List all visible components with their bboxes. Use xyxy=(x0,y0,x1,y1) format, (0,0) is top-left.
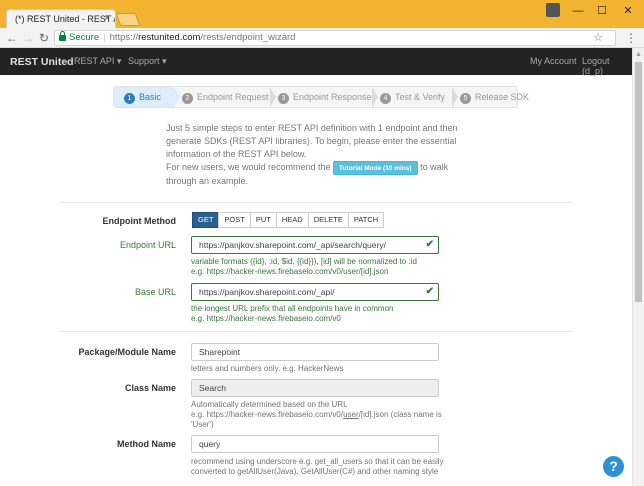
profile-icon[interactable] xyxy=(546,3,560,17)
browser-toolbar: ← → ↻ Secure | https://restunited.com/rest… xyxy=(0,28,644,48)
url-scheme: https:// xyxy=(109,32,139,43)
page-scrollbar[interactable]: ▲ xyxy=(632,48,644,486)
intro-recommend-text: For new users, we would recommend the xyxy=(166,162,331,172)
class-name-help-result: 'User') xyxy=(191,420,214,429)
help-chat-icon[interactable]: ? xyxy=(603,456,624,477)
step-arrow xyxy=(270,87,276,107)
endpoint-method-group: GET POST PUT HEAD DELETE PATCH xyxy=(192,212,385,228)
step-basic[interactable]: 1 Basic xyxy=(114,87,174,107)
method-name-help-line1: recommend using underscore e.g. get_all_… xyxy=(191,457,444,466)
bookmark-star-icon[interactable]: ☆ xyxy=(593,31,603,45)
step-label: Test & Verify xyxy=(395,92,446,102)
step-label: Basic xyxy=(139,92,162,102)
endpoint-url-input[interactable]: https://panjkov.sharepoint.com/_api/sear… xyxy=(191,236,439,254)
scroll-up-icon[interactable]: ▲ xyxy=(635,51,642,58)
base-url-help-example: e.g. https://hacker-news.firebaseio.com/… xyxy=(191,314,341,323)
wizard-steps: 1 Basic 2 Endpoint Request 3 Endpoint Respo… xyxy=(113,86,529,108)
class-name-help-underline: user xyxy=(343,410,359,419)
method-put-button[interactable]: PUT xyxy=(249,212,277,228)
forward-icon[interactable]: → xyxy=(20,30,36,46)
endpoint-url-value: https://panjkov.sharepoint.com/_api/sear… xyxy=(199,240,386,250)
nav-logout[interactable]: Logout (d_p) xyxy=(582,56,632,76)
method-head-button[interactable]: HEAD xyxy=(275,212,309,228)
method-name-input[interactable]: query xyxy=(191,435,439,453)
endpoint-url-label: Endpoint URL xyxy=(119,240,176,250)
method-get-button[interactable]: GET xyxy=(192,212,220,228)
class-name-help-desc: Automatically determined based on the UR… xyxy=(191,400,348,409)
step-endpoint-request[interactable]: 2 Endpoint Request xyxy=(182,87,269,107)
class-name-help: Automatically determined based on the UR… xyxy=(191,400,442,430)
check-icon: ✔ xyxy=(425,239,434,250)
url-path: /rests/endpoint_wizard xyxy=(200,32,296,43)
maximize-icon[interactable]: ☐ xyxy=(592,3,612,19)
check-icon: ✔ xyxy=(425,286,434,297)
endpoint-url-help: variable formats ({id}, :id, $id, {{id}}… xyxy=(191,257,417,277)
intro-text: Just 5 simple steps to enter REST API de… xyxy=(166,122,466,188)
method-name-value: query xyxy=(199,439,221,449)
reload-icon[interactable]: ↻ xyxy=(36,30,52,46)
intro-paragraph: Just 5 simple steps to enter REST API de… xyxy=(166,123,458,159)
window-close-icon[interactable]: ✕ xyxy=(618,3,638,19)
address-bar[interactable]: Secure | https://restunited.com/rests/endp… xyxy=(54,30,616,46)
package-name-help: letters and numbers only. e.g. HackerNew… xyxy=(191,364,344,373)
brand-logo[interactable]: REST United xyxy=(10,56,74,68)
step-test-verify[interactable]: 4 Test & Verify xyxy=(380,87,445,107)
step-number: 1 xyxy=(124,93,135,104)
scrollbar-thumb[interactable] xyxy=(635,62,642,302)
step-number: 4 xyxy=(380,93,391,104)
tutorial-mode-button[interactable]: Tutorial Mode (10 mins) xyxy=(333,161,418,175)
divider xyxy=(60,202,572,203)
step-arrow xyxy=(452,87,458,107)
method-delete-button[interactable]: DELETE xyxy=(307,212,349,228)
step-label: Endpoint Response xyxy=(293,92,372,102)
new-tab-button[interactable] xyxy=(115,13,141,26)
tab-title: (*) REST United - REST API xyxy=(15,14,115,24)
step-label: Release SDK xyxy=(475,92,530,102)
base-url-help-desc: the longest URL prefix that all endpoint… xyxy=(191,304,394,313)
endpoint-url-help-formats: variable formats ({id}, :id, $id, {{id}}… xyxy=(191,257,417,266)
browser-tab[interactable]: (*) REST United - REST API × xyxy=(6,9,116,28)
lock-icon xyxy=(59,31,66,41)
step-release-sdk[interactable]: 5 Release SDK xyxy=(460,87,529,107)
class-name-label: Class Name xyxy=(124,383,176,393)
site-navbar: REST United REST API ▾ Support ▾ My Acco… xyxy=(0,48,632,76)
base-url-input[interactable]: https://panjkov.sharepoint.com/_api/ ✔ xyxy=(191,283,439,301)
class-name-help-example: e.g. https://hacker-news.firebaseio.com/… xyxy=(191,410,344,419)
endpoint-url-help-example: e.g. https://hacker-news.firebaseio.com/… xyxy=(191,267,389,276)
browser-menu-icon[interactable]: ⋮ xyxy=(623,30,639,46)
method-patch-button[interactable]: PATCH xyxy=(347,212,385,228)
nav-rest-api[interactable]: REST API ▾ xyxy=(74,56,121,67)
package-name-input[interactable]: Sharepoint xyxy=(191,343,439,361)
divider xyxy=(60,331,572,332)
step-endpoint-response[interactable]: 3 Endpoint Response xyxy=(278,87,372,107)
step-number: 5 xyxy=(460,93,471,104)
nav-support[interactable]: Support ▾ xyxy=(128,56,167,67)
step-number: 3 xyxy=(278,93,289,104)
step-number: 2 xyxy=(182,93,193,104)
browser-titlebar: (*) REST United - REST API × — ☐ ✕ xyxy=(0,0,644,28)
step-arrow xyxy=(372,87,378,107)
back-icon[interactable]: ← xyxy=(4,30,20,46)
method-name-label: Method Name xyxy=(116,439,176,449)
method-name-help: recommend using underscore e.g. get_all_… xyxy=(191,457,444,477)
step-label: Endpoint Request xyxy=(197,92,269,102)
step-arrow xyxy=(174,87,180,107)
class-name-help-example-end: /[id].json (class name is xyxy=(358,410,442,419)
tab-close-icon[interactable]: × xyxy=(104,10,110,28)
package-name-value: Sharepoint xyxy=(199,347,241,357)
base-url-help: the longest URL prefix that all endpoint… xyxy=(191,304,393,324)
base-url-label: Base URL xyxy=(134,287,176,297)
nav-my-account[interactable]: My Account xyxy=(530,56,577,66)
url-host: restunited.com xyxy=(138,32,201,43)
package-name-label: Package/Module Name xyxy=(78,347,176,357)
class-name-value: Search xyxy=(199,383,226,393)
endpoint-method-label: Endpoint Method xyxy=(102,216,176,226)
base-url-value: https://panjkov.sharepoint.com/_api/ xyxy=(199,287,335,297)
class-name-input[interactable]: Search xyxy=(191,379,439,397)
method-post-button[interactable]: POST xyxy=(218,212,251,228)
secure-label: Secure xyxy=(69,32,100,43)
minimize-icon[interactable]: — xyxy=(568,3,588,19)
method-name-help-line2: converted to getAllUser(Java), GetAllUse… xyxy=(191,467,439,476)
